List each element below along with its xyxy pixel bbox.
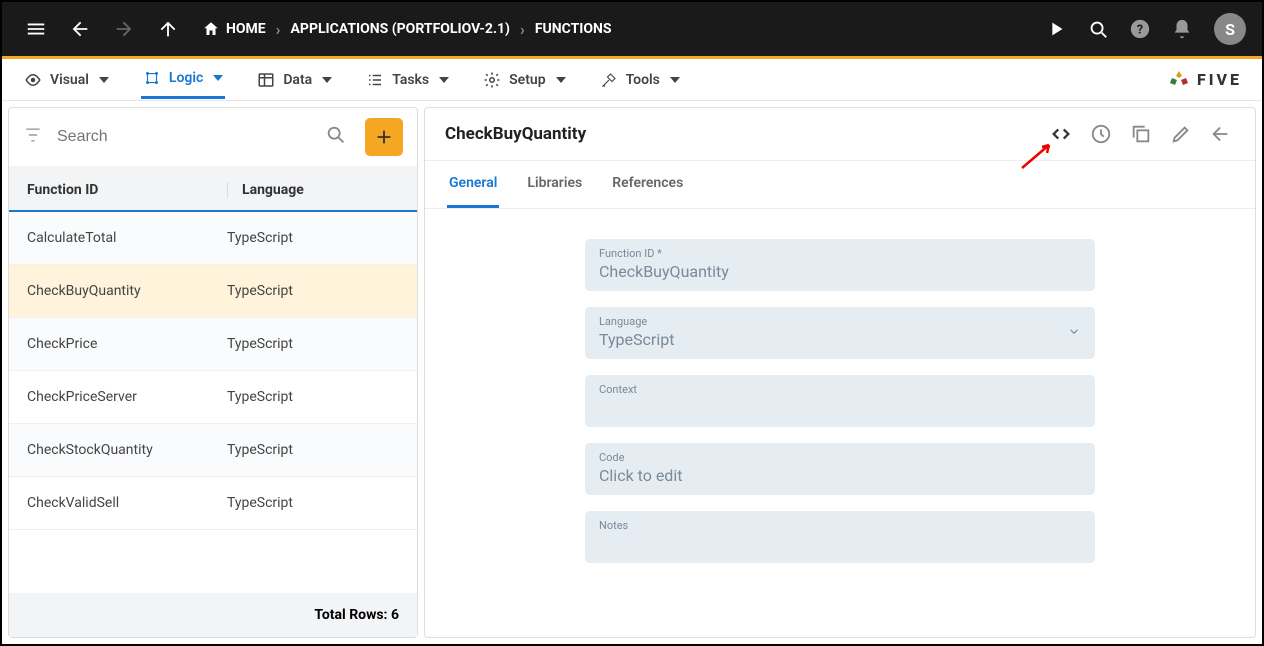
- tab-libraries[interactable]: Libraries: [525, 161, 584, 208]
- filter-icon[interactable]: [23, 125, 47, 149]
- menu-logic-label: Logic: [169, 70, 203, 86]
- menu-tools-label: Tools: [626, 72, 660, 88]
- table-footer: Total Rows: 6: [9, 593, 417, 637]
- cell-function-id: CalculateTotal: [27, 230, 227, 246]
- code-editor-button[interactable]: [1047, 120, 1075, 148]
- menu-setup[interactable]: Setup: [481, 62, 567, 98]
- back-button[interactable]: [62, 11, 98, 47]
- detail-panel: CheckBuyQuantity General Libraries Refer…: [424, 107, 1256, 638]
- chevron-right-icon: ›: [520, 20, 525, 39]
- table-row[interactable]: CheckStockQuantityTypeScript: [9, 424, 417, 477]
- search-input[interactable]: [57, 128, 315, 146]
- column-language[interactable]: Language: [227, 182, 399, 198]
- function-list-panel: Function ID Language CalculateTotalTypeS…: [8, 107, 418, 638]
- field-context-label: Context: [599, 383, 1081, 396]
- help-icon[interactable]: ?: [1122, 11, 1158, 47]
- field-function-id[interactable]: Function ID * CheckBuyQuantity: [585, 239, 1095, 291]
- menubar: Visual Logic Data Tasks Setup Tools FIVE: [2, 59, 1262, 101]
- field-code-label: Code: [599, 451, 1081, 464]
- tab-general[interactable]: General: [447, 161, 499, 208]
- cell-function-id: CheckValidSell: [27, 495, 227, 511]
- edit-icon[interactable]: [1167, 120, 1195, 148]
- breadcrumb: HOME › APPLICATIONS (PORTFOLIOV-2.1) › F…: [202, 20, 612, 39]
- table-header: Function ID Language: [9, 166, 417, 212]
- field-language-value: TypeScript: [599, 330, 1081, 349]
- menu-setup-label: Setup: [509, 72, 545, 88]
- play-button[interactable]: [1038, 11, 1074, 47]
- menu-icon[interactable]: [18, 11, 54, 47]
- svg-text:?: ?: [1137, 23, 1143, 38]
- cell-function-id: CheckPrice: [27, 336, 227, 352]
- search-global-icon[interactable]: [1080, 11, 1116, 47]
- breadcrumb-home-label: HOME: [226, 21, 266, 37]
- field-function-id-value: CheckBuyQuantity: [599, 262, 1081, 281]
- field-code-value: Click to edit: [599, 466, 1081, 485]
- field-code[interactable]: Code Click to edit: [585, 443, 1095, 495]
- cell-language: TypeScript: [227, 283, 399, 299]
- table-row[interactable]: CheckPriceServerTypeScript: [9, 371, 417, 424]
- menu-logic[interactable]: Logic: [141, 60, 225, 99]
- breadcrumb-functions[interactable]: FUNCTIONS: [535, 21, 612, 37]
- breadcrumb-applications[interactable]: APPLICATIONS (PORTFOLIOV-2.1): [291, 21, 510, 37]
- field-function-id-label: Function ID *: [599, 247, 1081, 260]
- notifications-icon[interactable]: [1164, 11, 1200, 47]
- field-context[interactable]: Context: [585, 375, 1095, 427]
- cell-function-id: CheckBuyQuantity: [27, 283, 227, 299]
- field-language[interactable]: Language TypeScript: [585, 307, 1095, 359]
- menu-visual[interactable]: Visual: [22, 62, 111, 98]
- avatar[interactable]: S: [1214, 13, 1246, 45]
- menu-visual-label: Visual: [50, 72, 89, 88]
- table-row[interactable]: CalculateTotalTypeScript: [9, 212, 417, 265]
- chevron-right-icon: ›: [276, 20, 281, 39]
- add-button[interactable]: [365, 118, 403, 156]
- cell-function-id: CheckStockQuantity: [27, 442, 227, 458]
- cell-function-id: CheckPriceServer: [27, 389, 227, 405]
- history-icon[interactable]: [1087, 120, 1115, 148]
- cell-language: TypeScript: [227, 442, 399, 458]
- cell-language: TypeScript: [227, 495, 399, 511]
- brand: FIVE: [1167, 68, 1242, 92]
- cell-language: TypeScript: [227, 389, 399, 405]
- field-notes[interactable]: Notes: [585, 511, 1095, 563]
- chevron-down-icon: [1067, 324, 1081, 343]
- menu-data[interactable]: Data: [255, 62, 334, 98]
- breadcrumb-home[interactable]: HOME: [202, 20, 266, 38]
- cell-language: TypeScript: [227, 230, 399, 246]
- menu-tools[interactable]: Tools: [598, 62, 682, 98]
- cell-language: TypeScript: [227, 336, 399, 352]
- tab-references[interactable]: References: [610, 161, 685, 208]
- table-body: CalculateTotalTypeScriptCheckBuyQuantity…: [9, 212, 417, 593]
- menu-data-label: Data: [283, 72, 312, 88]
- table-row[interactable]: CheckBuyQuantityTypeScript: [9, 265, 417, 318]
- field-language-label: Language: [599, 315, 1081, 328]
- topbar: HOME › APPLICATIONS (PORTFOLIOV-2.1) › F…: [2, 2, 1262, 56]
- forward-button: [106, 11, 142, 47]
- table-row[interactable]: CheckValidSellTypeScript: [9, 477, 417, 530]
- copy-icon[interactable]: [1127, 120, 1155, 148]
- menu-tasks[interactable]: Tasks: [364, 62, 451, 98]
- back-arrow-icon[interactable]: [1207, 120, 1235, 148]
- table-row[interactable]: CheckPriceTypeScript: [9, 318, 417, 371]
- brand-label: FIVE: [1197, 70, 1242, 89]
- menu-tasks-label: Tasks: [392, 72, 429, 88]
- field-notes-label: Notes: [599, 519, 1081, 532]
- column-function-id[interactable]: Function ID: [27, 182, 227, 198]
- detail-title: CheckBuyQuantity: [445, 124, 1047, 144]
- search-icon[interactable]: [325, 124, 347, 150]
- up-button[interactable]: [150, 11, 186, 47]
